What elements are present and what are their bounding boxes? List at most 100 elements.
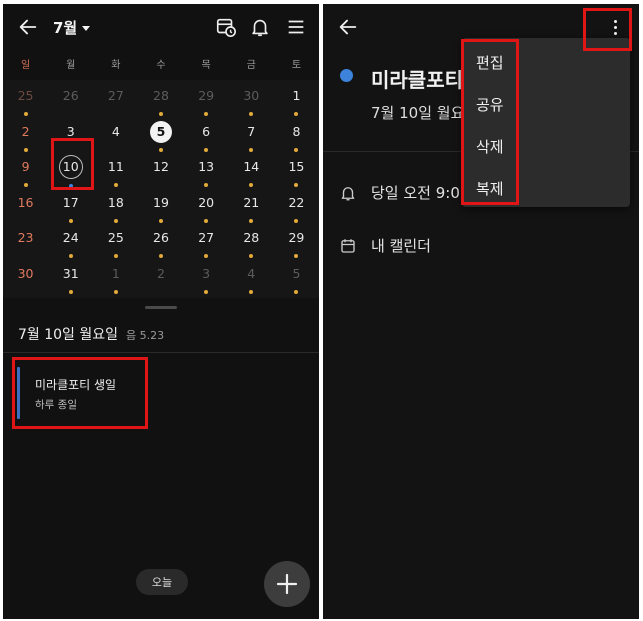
menu-icon[interactable] (285, 16, 307, 38)
today-button[interactable]: 오늘 (136, 569, 188, 595)
calendar-day[interactable]: 28 (229, 230, 273, 265)
calendar-day[interactable]: 25 (4, 88, 48, 123)
event-indicator-dot (294, 112, 299, 116)
back-arrow-icon[interactable] (17, 16, 39, 38)
calendar-day[interactable]: 15 (274, 159, 318, 194)
calendar-day[interactable]: 26 (49, 88, 93, 123)
calendar-day[interactable]: 4 (94, 124, 138, 159)
calendar-day[interactable]: 27 (94, 88, 138, 123)
calendar-clock-icon[interactable] (215, 16, 237, 38)
event-indicator-dot (204, 183, 209, 187)
calendar-day[interactable]: 24 (49, 230, 93, 265)
calendar-day[interactable]: 29 (274, 230, 318, 265)
calendar-day[interactable]: 25 (94, 230, 138, 265)
calendar-day[interactable]: 28 (139, 88, 183, 123)
add-event-button[interactable] (264, 561, 310, 607)
calendar-day[interactable]: 30 (229, 88, 273, 123)
menu-item-delete[interactable]: 삭제 (476, 136, 504, 157)
event-indicator-dot (68, 254, 73, 258)
calendar-day[interactable]: 23 (4, 230, 48, 265)
menu-item-duplicate[interactable]: 복제 (476, 178, 504, 199)
back-arrow-icon[interactable] (337, 16, 359, 38)
event-indicator-dot (249, 147, 254, 152)
day-number: 29 (288, 230, 305, 245)
day-number: 21 (243, 194, 260, 210)
calendar-day[interactable]: 16 (4, 195, 48, 230)
weekday-label: 화 (111, 60, 121, 71)
month-selector[interactable]: 7월 (53, 17, 91, 38)
day-number: 30 (17, 265, 34, 281)
calendar-day[interactable]: 2 (4, 124, 48, 159)
calendar-day[interactable]: 19 (139, 195, 183, 230)
calendar-day[interactable]: 12 (139, 159, 183, 194)
day-number: 1 (111, 265, 120, 281)
calendar-day[interactable]: 11 (94, 159, 138, 194)
calendar-day[interactable]: 6 (184, 124, 228, 159)
menu-item-edit[interactable]: 편집 (476, 52, 504, 73)
bell-icon[interactable] (249, 16, 271, 38)
calendar-day[interactable]: 3 (184, 266, 228, 301)
bell-icon (341, 186, 355, 200)
calendar-day[interactable]: 17 (49, 195, 93, 230)
calendar-day[interactable]: 31 (49, 266, 93, 301)
event-indicator-dot (159, 147, 163, 152)
day-number: 27 (107, 88, 124, 103)
reminder-row[interactable]: 당일 오전 9:0 (339, 182, 460, 203)
calendar-day[interactable]: 26 (139, 230, 183, 265)
calendar-day[interactable]: 1 (94, 266, 138, 301)
calendar-grid: 25 26 27 28 29 30 1 2 3 4 5 6 7 8 9 10 11 12 13 14 15 16 17 18 1… (3, 80, 319, 298)
calendar-row[interactable]: 내 캘린더 (339, 235, 431, 256)
menu-item-share[interactable]: 공유 (476, 94, 504, 115)
calendar-day[interactable]: 30 (4, 266, 48, 301)
calendar-day[interactable]: 14 (229, 159, 273, 194)
day-number: 9 (21, 159, 30, 174)
calendar-day[interactable]: 2 (139, 266, 183, 301)
calendar-day[interactable]: 4 (229, 266, 273, 301)
calendar-day[interactable]: 3 (49, 124, 93, 159)
calendar-day[interactable]: 9 (4, 159, 48, 194)
weekday-label: 목 (201, 60, 211, 71)
day-number: 25 (17, 88, 34, 103)
calendar-day[interactable]: 18 (94, 195, 138, 230)
calendar-day[interactable]: 20 (184, 195, 228, 230)
event-indicator-dot (204, 289, 209, 294)
event-indicator-dot (204, 112, 209, 116)
event-card[interactable]: 미라클포티 생일 하루 종일 (15, 364, 145, 424)
calendar-day[interactable]: 10 (49, 155, 93, 194)
day-number: 3 (202, 265, 211, 281)
more-options-icon[interactable] (604, 14, 626, 40)
day-number: 24 (62, 230, 79, 245)
calendar-day[interactable]: 27 (184, 230, 228, 265)
calendar-day[interactable]: 5 (139, 120, 183, 159)
day-number: 6 (202, 123, 211, 139)
day-number: 11 (107, 159, 124, 174)
day-number: 17 (62, 194, 79, 210)
day-number: 22 (288, 194, 305, 210)
calendar-day[interactable]: 13 (184, 159, 228, 194)
event-detail-view: 미라클포티 7월 10일 월요 당일 오전 9:0 내 캘린더 편집 공유 삭제… (323, 4, 639, 619)
calendar-day[interactable]: 1 (274, 88, 318, 123)
event-title: 미라클포티 생일 (35, 378, 117, 392)
event-indicator-dot (294, 147, 299, 152)
calendar-day[interactable]: 8 (274, 124, 318, 159)
reminder-text: 당일 오전 9:0 (371, 184, 460, 202)
day-number: 12 (153, 159, 169, 174)
weekday-header: 일월화수목금토 (3, 56, 319, 71)
month-label: 7월 (53, 19, 78, 37)
event-indicator-dot (23, 147, 28, 152)
calendar-day[interactable]: 29 (184, 88, 228, 123)
event-indicator-dot (204, 218, 209, 223)
event-indicator-dot (249, 183, 254, 187)
drag-handle[interactable] (145, 306, 177, 309)
event-indicator-dot (113, 218, 118, 223)
calendar-day[interactable]: 7 (229, 124, 273, 159)
day-number: 27 (198, 230, 215, 245)
calendar-day[interactable]: 21 (229, 195, 273, 230)
weekday-label: 월 (66, 60, 76, 71)
calendar-day[interactable]: 22 (274, 195, 318, 230)
day-number: 23 (17, 230, 34, 245)
calendar-day[interactable]: 5 (274, 266, 318, 301)
day-number: 26 (153, 230, 169, 245)
event-color-dot (340, 69, 353, 82)
day-number: 14 (243, 159, 260, 174)
